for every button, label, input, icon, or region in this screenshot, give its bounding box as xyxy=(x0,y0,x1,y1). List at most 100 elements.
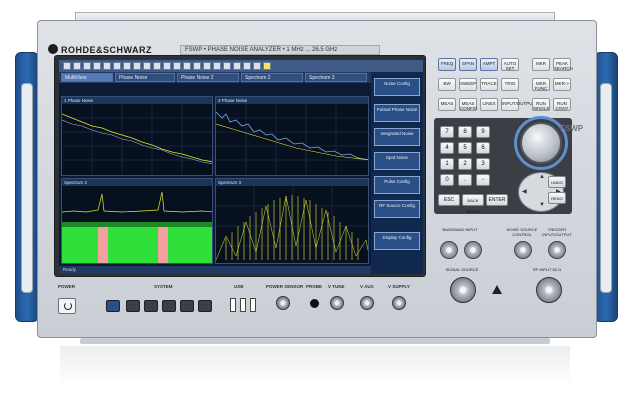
meas-key[interactable]: MEAS xyxy=(438,98,456,111)
trace-key[interactable]: TRACE xyxy=(480,78,498,91)
rf-input-connector[interactable] xyxy=(536,277,562,303)
window-phase-noise-1[interactable]: 1 Phase Noise xyxy=(61,96,213,176)
v-aux-connector[interactable] xyxy=(360,296,374,310)
run-cont-key[interactable]: RUN CONT xyxy=(553,98,571,111)
v-tune-connector[interactable] xyxy=(330,296,344,310)
system-button-1[interactable] xyxy=(126,300,140,312)
tab-phase-noise-2[interactable]: Phase Noise 2 xyxy=(177,73,239,82)
sweep-key[interactable]: SWEEP xyxy=(459,78,477,91)
system-button-2[interactable] xyxy=(144,300,158,312)
power-sensor-connector[interactable] xyxy=(276,296,290,310)
toolbar-button[interactable] xyxy=(143,62,151,70)
softkey-noise-config[interactable]: Noise Config xyxy=(374,78,420,96)
numkey-2[interactable]: 2 xyxy=(458,158,472,170)
ampt-key[interactable]: AMPT xyxy=(480,58,498,71)
toolbar-button[interactable] xyxy=(203,62,211,70)
tab-multiview[interactable]: MultiView xyxy=(61,73,113,82)
toolbar-button-active[interactable] xyxy=(263,62,271,70)
tab-spectrum-2[interactable]: Spectrum 2 xyxy=(241,73,303,82)
window-spectrum-2[interactable]: Spectrum 2 xyxy=(61,178,213,264)
toolbar-button[interactable] xyxy=(173,62,181,70)
input-output-key[interactable]: INPUT/OUTPUT xyxy=(501,98,535,111)
softkey-spot-noise[interactable]: Spot Noise xyxy=(374,152,420,170)
numkey-7[interactable]: 7 xyxy=(440,126,454,138)
window-spectrum-3[interactable]: Spectrum 3 xyxy=(215,178,369,264)
numkey-5[interactable]: 5 xyxy=(458,142,472,154)
v-supply-connector[interactable] xyxy=(392,296,406,310)
toolbar-button[interactable] xyxy=(103,62,111,70)
esc-key[interactable]: ESC xyxy=(438,194,460,206)
mkr-key[interactable]: MKR xyxy=(532,58,550,71)
toolbar-button[interactable] xyxy=(123,62,131,70)
system-button-4[interactable] xyxy=(180,300,194,312)
softkey-display-config[interactable]: Display Config xyxy=(374,232,420,250)
toolbar-button[interactable] xyxy=(73,62,81,70)
tab-spectrum-3[interactable]: Spectrum 3 xyxy=(305,73,367,82)
numkey-3[interactable]: 3 xyxy=(476,158,490,170)
numkey-minus[interactable]: - xyxy=(476,174,490,186)
numkey-0[interactable]: 0 xyxy=(440,174,454,186)
power-button[interactable] xyxy=(58,298,76,314)
preset-button[interactable] xyxy=(106,300,120,312)
signal-source-output-connector[interactable] xyxy=(450,277,476,303)
enter-key[interactable]: ENTER xyxy=(486,194,508,206)
toolbar-button[interactable] xyxy=(213,62,221,70)
mkr-func-key[interactable]: MKR FUNC xyxy=(532,78,550,91)
baseband-q-connector[interactable] xyxy=(464,241,482,259)
toolbar-button[interactable] xyxy=(223,62,231,70)
numkey-8[interactable]: 8 xyxy=(458,126,472,138)
toolbar-button[interactable] xyxy=(63,62,71,70)
auto-set-key[interactable]: AUTO SET xyxy=(501,58,519,71)
softkey-pulse-config[interactable]: Pulse Config xyxy=(374,176,420,194)
toolbar-button[interactable] xyxy=(183,62,191,70)
numkey-dot[interactable]: . xyxy=(458,174,472,186)
undo-key[interactable]: UNDO xyxy=(548,176,566,188)
toolbar-button[interactable] xyxy=(113,62,121,70)
usb-port[interactable] xyxy=(240,298,246,312)
toolbar-button[interactable] xyxy=(83,62,91,70)
bw-key[interactable]: BW xyxy=(438,78,456,91)
rotary-knob[interactable] xyxy=(520,122,562,164)
toolbar-button[interactable] xyxy=(253,62,261,70)
toolbar-button[interactable] xyxy=(93,62,101,70)
numkey-1[interactable]: 1 xyxy=(440,158,454,170)
usb-port[interactable] xyxy=(230,298,236,312)
noise-source-connector[interactable] xyxy=(514,241,532,259)
toolbar-button[interactable] xyxy=(133,62,141,70)
baseband-i-connector[interactable] xyxy=(440,241,458,259)
peak-search-key[interactable]: PEAK SEARCH xyxy=(553,58,573,71)
freq-key[interactable]: FREQ xyxy=(438,58,456,71)
usb-port[interactable] xyxy=(250,298,256,312)
softkey-rf-source-config[interactable]: RF Source Config xyxy=(374,200,420,218)
redo-key[interactable]: REDO xyxy=(548,192,566,204)
toolbar-button[interactable] xyxy=(193,62,201,70)
system-button-3[interactable] xyxy=(162,300,176,312)
toolbar-button[interactable] xyxy=(243,62,251,70)
trig-key[interactable]: TRIG xyxy=(501,78,519,91)
toolbar-button[interactable] xyxy=(153,62,161,70)
meas-config-key[interactable]: MEAS CONFIG xyxy=(459,98,478,111)
trigger-connector[interactable] xyxy=(548,241,566,259)
toolbar-button[interactable] xyxy=(163,62,171,70)
window-phase-noise-2[interactable]: 2 Phase Noise xyxy=(215,96,369,176)
mkr-arrow-key[interactable]: MKR-> xyxy=(553,78,571,91)
numkey-9[interactable]: 9 xyxy=(476,126,490,138)
softkey-integrated-noise[interactable]: Integrated Noise xyxy=(374,128,420,146)
lines-key[interactable]: LINES xyxy=(480,98,498,111)
numkey-6[interactable]: 6 xyxy=(476,142,490,154)
phase-noise-trace-2 xyxy=(216,104,368,175)
toolbar-button[interactable] xyxy=(233,62,241,70)
backspace-key[interactable]: BACK SPACE xyxy=(462,194,484,214)
display-screen[interactable]: MultiView Phase Noise Phase Noise 2 Spec… xyxy=(59,60,423,274)
numkey-4[interactable]: 4 xyxy=(440,142,454,154)
system-button-5[interactable] xyxy=(198,300,212,312)
softkey-pulsed-phase-noise[interactable]: Pulsed Phase Noise xyxy=(374,104,420,122)
span-key[interactable]: SPAN xyxy=(459,58,477,71)
arrow-down-icon[interactable]: ▼ xyxy=(539,202,545,208)
probe-connector[interactable] xyxy=(310,299,319,308)
side-model-label: FSWP xyxy=(560,124,584,133)
tab-phase-noise[interactable]: Phase Noise xyxy=(115,73,175,82)
run-single-key[interactable]: RUN SINGLE xyxy=(532,98,550,111)
arrow-left-icon[interactable]: ◀ xyxy=(522,188,527,195)
arrow-up-icon[interactable]: ▲ xyxy=(539,174,545,180)
